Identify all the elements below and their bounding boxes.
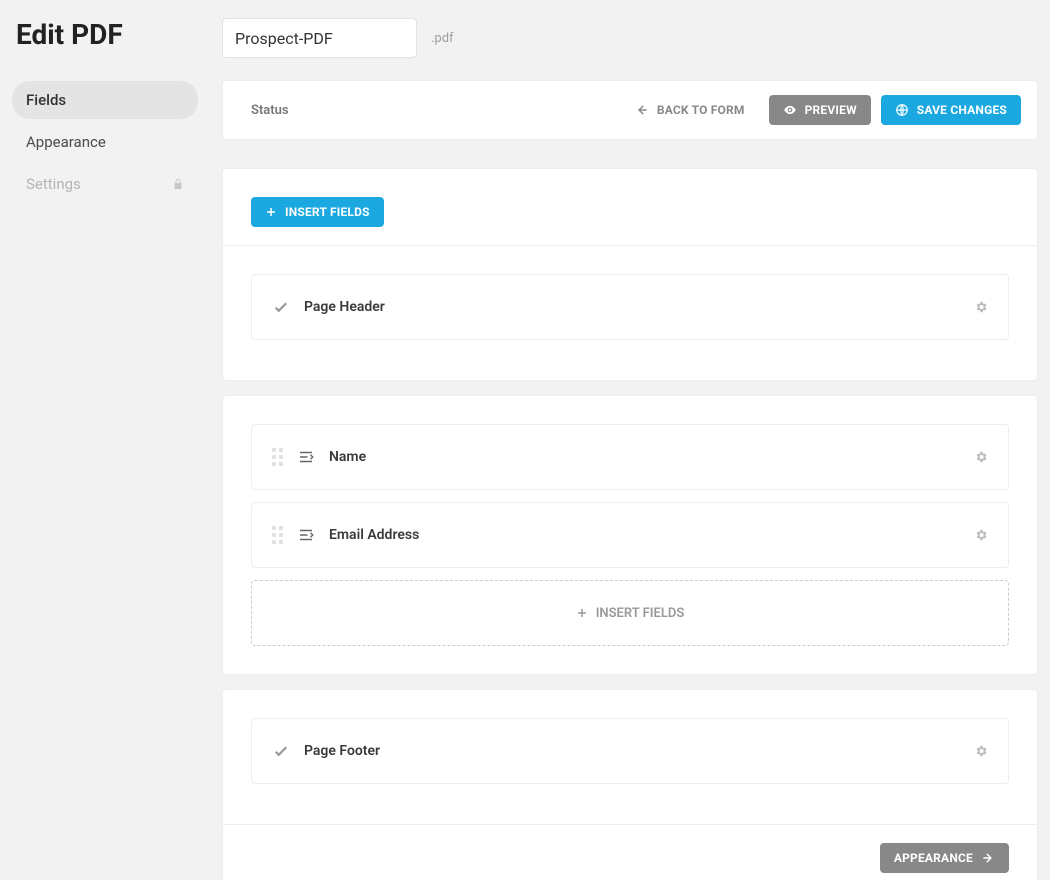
back-to-form-button[interactable]: BACK TO FORM: [621, 95, 759, 125]
lock-icon: [172, 178, 184, 190]
arrow-left-icon: [635, 103, 649, 117]
sidebar: Edit PDF Fields Appearance Settings: [0, 0, 210, 880]
sidebar-item-appearance[interactable]: Appearance: [12, 123, 198, 161]
appearance-next-button[interactable]: APPEARANCE: [880, 843, 1009, 873]
eye-icon: [783, 103, 797, 117]
button-label: INSERT FIELDS: [285, 205, 370, 219]
field-label: Email Address: [329, 527, 419, 543]
save-button[interactable]: SAVE CHANGES: [881, 95, 1021, 125]
sidebar-item-label: Settings: [26, 175, 81, 193]
filename-input[interactable]: [222, 18, 417, 58]
check-icon: [272, 298, 290, 316]
button-label: PREVIEW: [805, 103, 857, 117]
plus-icon: [576, 607, 588, 619]
sidebar-item-label: Appearance: [26, 133, 106, 151]
insert-fields-dropzone[interactable]: INSERT FIELDS: [251, 580, 1009, 646]
page-footer-block[interactable]: Page Footer: [251, 718, 1009, 784]
sidebar-item-fields[interactable]: Fields: [12, 81, 198, 119]
dropzone-label: INSERT FIELDS: [596, 606, 685, 621]
check-icon: [272, 742, 290, 760]
filename-row: .pdf: [222, 18, 1038, 58]
gear-icon[interactable]: [974, 450, 988, 464]
status-label: Status: [251, 103, 621, 118]
sidebar-item-settings: Settings: [12, 165, 198, 203]
insert-fields-button[interactable]: INSERT FIELDS: [251, 197, 384, 227]
text-field-icon: [297, 526, 315, 544]
field-row[interactable]: Email Address: [251, 502, 1009, 568]
sidebar-nav: Fields Appearance Settings: [12, 81, 198, 203]
arrow-right-icon: [981, 851, 995, 865]
footer-section: Page Footer APPEARANCE: [222, 689, 1038, 880]
gear-icon[interactable]: [974, 744, 988, 758]
main-content: .pdf Status BACK TO FORM PREVIEW SAVE: [210, 0, 1050, 880]
field-label: Page Footer: [304, 743, 380, 759]
button-label: BACK TO FORM: [657, 103, 745, 117]
field-label: Page Header: [304, 299, 385, 315]
toolbar: Status BACK TO FORM PREVIEW SAVE CHANGES: [222, 80, 1038, 140]
globe-icon: [895, 103, 909, 117]
field-row[interactable]: Name: [251, 424, 1009, 490]
drag-handle-icon[interactable]: [272, 448, 283, 466]
plus-icon: [265, 206, 277, 218]
file-extension: .pdf: [431, 31, 454, 46]
gear-icon[interactable]: [974, 528, 988, 542]
button-label: APPEARANCE: [894, 851, 973, 865]
sidebar-item-label: Fields: [26, 91, 66, 109]
page-header-block[interactable]: Page Header: [251, 274, 1009, 340]
drag-handle-icon[interactable]: [272, 526, 283, 544]
button-label: SAVE CHANGES: [917, 103, 1007, 117]
field-label: Name: [329, 449, 366, 465]
insert-fields-section: INSERT FIELDS Page Header: [222, 168, 1038, 381]
gear-icon[interactable]: [974, 300, 988, 314]
text-field-icon: [297, 448, 315, 466]
preview-button[interactable]: PREVIEW: [769, 95, 871, 125]
fields-section: Name Email Address: [222, 395, 1038, 675]
page-title: Edit PDF: [16, 18, 198, 51]
